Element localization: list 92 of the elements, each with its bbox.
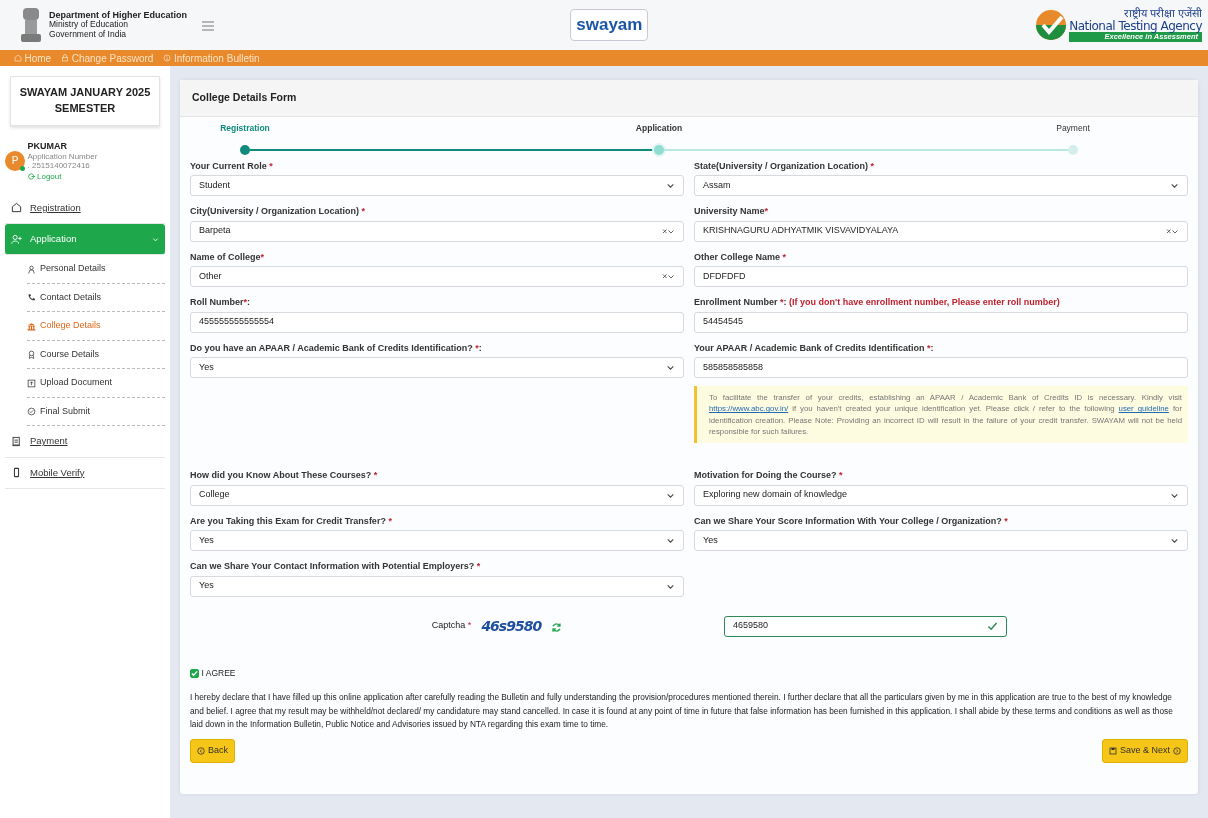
step-label: Registration xyxy=(219,121,271,135)
chevron-icon xyxy=(152,235,159,243)
sidebar-item[interactable]: Payment xyxy=(5,426,165,458)
field-label: City(University / Organization Location) * xyxy=(190,205,367,218)
agency-hindi-name: राष्ट्रीय परीक्षा एजेंसी xyxy=(1123,8,1202,20)
sidebar-item[interactable]: Mobile Verify xyxy=(5,457,165,489)
avatar: P xyxy=(5,150,25,171)
input-field[interactable]: 54454545 xyxy=(694,311,1188,333)
dropdown-field[interactable]: Yes xyxy=(190,357,684,378)
online-status-dot xyxy=(20,165,25,171)
field-label: Your APAAR / Academic Bank of Credits Identification *: xyxy=(694,341,935,355)
captcha-label: Captcha * xyxy=(431,619,472,633)
dropdown-field[interactable]: Yes xyxy=(190,575,684,597)
chevron-down-icon xyxy=(666,363,675,372)
back-circle-icon xyxy=(197,747,205,755)
user-plus-icon xyxy=(11,233,22,245)
ministry-text: Ministry of Education xyxy=(49,20,128,30)
dropdown-field[interactable]: KRISHNAGURU ADHYATMIK VISVAVIDYALAYA xyxy=(694,220,1188,242)
dropdown-field[interactable]: College xyxy=(190,484,684,506)
person-icon xyxy=(27,264,36,274)
upload-icon xyxy=(27,378,36,388)
field-label: Roll Number*: xyxy=(190,296,252,309)
agency-name: National Testing Agency xyxy=(1069,19,1202,33)
home-icon xyxy=(11,202,22,214)
back-button[interactable]: Back xyxy=(190,739,235,763)
application-number: . 2515140072416 xyxy=(27,161,91,171)
step-label: Application xyxy=(634,121,684,135)
clear-dropdown-icon xyxy=(662,226,675,236)
sidebar-subitem[interactable]: Upload Document xyxy=(27,369,165,398)
chevron-down-icon xyxy=(1170,181,1179,190)
sidebar-subitem[interactable]: College Details xyxy=(27,312,165,341)
form-title: College Details Form xyxy=(180,80,1198,117)
tick-logo-icon xyxy=(1034,9,1067,41)
forward-circle-icon xyxy=(1173,747,1181,755)
save-icon xyxy=(1108,747,1117,755)
sidebar-subitem[interactable]: Course Details xyxy=(27,340,165,370)
refresh-icon xyxy=(551,621,563,633)
dropdown-field[interactable]: Barpeta xyxy=(190,220,684,242)
captcha-image: 46s9580 xyxy=(481,616,542,636)
field-label: Motivation for Doing the Course? * xyxy=(694,469,844,483)
chevron-down-icon xyxy=(666,181,675,190)
input-field[interactable]: 585858585858 xyxy=(694,357,1188,378)
agree-checkbox[interactable] xyxy=(190,668,199,678)
save-next-button[interactable]: Save & Next xyxy=(1101,739,1188,763)
check-circle-icon xyxy=(27,407,36,417)
field-label: How did you Know About These Courses? * xyxy=(190,469,379,483)
logout-icon xyxy=(27,172,35,180)
application-number-label: Application Number xyxy=(27,151,98,162)
field-label: Are you Taking this Exam for Credit Transfer? * xyxy=(190,514,393,528)
document-icon xyxy=(11,436,22,447)
field-label: Name of College* xyxy=(190,250,266,264)
field-label: Do you have an APAAR / Academic Bank of Credits Identification? *: xyxy=(190,341,483,355)
mobile-icon xyxy=(11,467,22,479)
info-icon xyxy=(163,54,172,62)
step-label: Payment xyxy=(1055,121,1091,135)
check-icon xyxy=(987,620,998,632)
field-label: Can we Share Your Contact Information with Potential Employers? * xyxy=(190,560,482,574)
menu-icon xyxy=(202,20,214,31)
field-label: Your Current Role * xyxy=(190,159,274,173)
field-label: University Name* xyxy=(694,205,770,218)
home-icon xyxy=(14,54,22,62)
bank-icon xyxy=(27,321,36,331)
sidebar-subitem[interactable]: Contact Details xyxy=(27,283,165,313)
dropdown-field[interactable]: Exploring new domain of knowledge xyxy=(694,484,1188,506)
phone-icon xyxy=(27,293,36,303)
field-label: Enrollment Number *: (If you don't have enrollment number, Please enter roll number) xyxy=(694,296,1061,309)
lock-icon xyxy=(61,54,70,62)
chevron-down-icon xyxy=(1170,536,1179,546)
declaration-text: I hereby declare that I have filled up this online application after carefully reading the Bulletin and fully understanding the provision/procedures mentioned therein. I further declare that all the particulars given by me in this application are true to the best of my knowledge and belief. I agree that my result may be withheld/not declared/ my candidature may stand cancelled. In case it is found at any point of time in future that false information has been furnished in this application. I shall abide by these terms and conditions as well as those laid down in the Information Bulletin, Public Notice and Advisories issued by NTA regarding this exam time to time. xyxy=(190,691,1174,731)
dropdown-field[interactable]: Yes xyxy=(694,530,1188,552)
dropdown-field[interactable]: Yes xyxy=(190,530,684,552)
captcha-input-field[interactable]: 4659580 xyxy=(724,615,1007,637)
exam-title-card: SWAYAM JANUARY 2025 SEMESTER xyxy=(10,76,160,126)
department-title: Department of Higher Education xyxy=(49,10,187,21)
dropdown-field[interactable]: Assam xyxy=(694,175,1188,196)
field-label: State(University / Organization Location) * xyxy=(694,159,876,173)
award-icon xyxy=(27,350,36,360)
input-field[interactable]: 455555555555554 xyxy=(190,311,684,333)
input-field[interactable]: DFDFDFD xyxy=(694,266,1188,287)
field-label: Other College Name * xyxy=(694,250,788,264)
clear-dropdown-icon xyxy=(1166,226,1179,236)
sidebar-subitem[interactable]: Final Submit xyxy=(27,397,165,427)
user-name: PKUMAR xyxy=(27,140,68,152)
clear-dropdown-icon xyxy=(662,272,675,281)
chevron-down-icon xyxy=(666,536,675,546)
sidebar-subitem[interactable]: Personal Details xyxy=(27,255,165,284)
dropdown-field[interactable]: Other xyxy=(190,266,684,287)
swayam-logo: swayam xyxy=(570,9,649,41)
dropdown-field[interactable]: Student xyxy=(190,175,684,196)
ministry-text: Government of India xyxy=(49,30,127,40)
agree-label: I AGREE xyxy=(201,666,236,680)
field-label: Can we Share Your Score Information With Your College / Organization? * xyxy=(694,514,1009,528)
